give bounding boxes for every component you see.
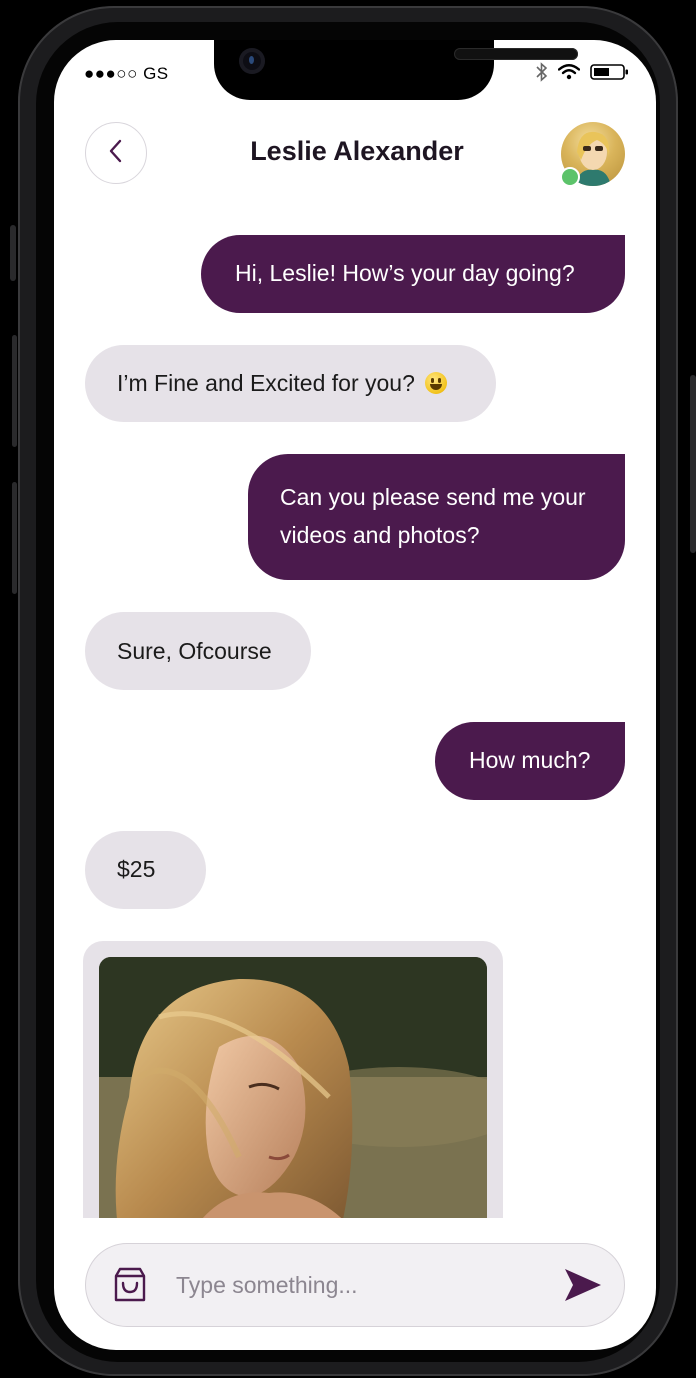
send-icon	[565, 1269, 601, 1301]
portrait-photo	[99, 957, 487, 1237]
volume-up-button	[12, 335, 17, 447]
message-outgoing: Hi, Leslie! How’s your day going?	[201, 235, 625, 313]
online-status-dot	[560, 167, 580, 187]
photo-message[interactable]	[83, 941, 503, 1241]
shopping-bag-icon[interactable]	[110, 1264, 150, 1304]
message-input[interactable]	[174, 1262, 538, 1308]
battery-icon	[590, 63, 630, 86]
shared-photo[interactable]	[99, 957, 487, 1237]
message-text: $25	[117, 856, 156, 882]
message-text: Sure, Ofcourse	[117, 638, 272, 664]
send-button[interactable]	[560, 1262, 606, 1308]
speaker-grille	[454, 48, 578, 60]
message-composer	[85, 1243, 625, 1327]
front-camera	[239, 48, 265, 74]
message-outgoing: How much?	[435, 722, 625, 800]
message-text: Hi, Leslie! How’s your day going?	[235, 260, 575, 286]
grinning-face-icon	[425, 372, 448, 394]
status-icons	[536, 62, 630, 87]
message-incoming: I’m Fine and Excited for you?	[85, 345, 496, 422]
power-button	[690, 375, 696, 553]
volume-down-button	[12, 482, 17, 594]
silent-switch	[10, 225, 16, 281]
message-incoming: $25	[85, 831, 206, 909]
carrier-signal: ●●●○○ GS	[84, 64, 169, 83]
message-text: How much?	[469, 747, 591, 773]
bluetooth-icon	[536, 62, 548, 87]
message-text: Can you please send me your videos and p…	[280, 484, 586, 548]
wifi-icon	[557, 64, 581, 85]
screen: ●●●○○ GS Leslie Alexander Hi, Leslie! Ho…	[54, 40, 656, 1350]
message-text: I’m Fine and Excited for you?	[117, 370, 415, 396]
message-incoming: Sure, Ofcourse	[85, 612, 311, 690]
message-outgoing: Can you please send me your videos and p…	[248, 454, 625, 580]
